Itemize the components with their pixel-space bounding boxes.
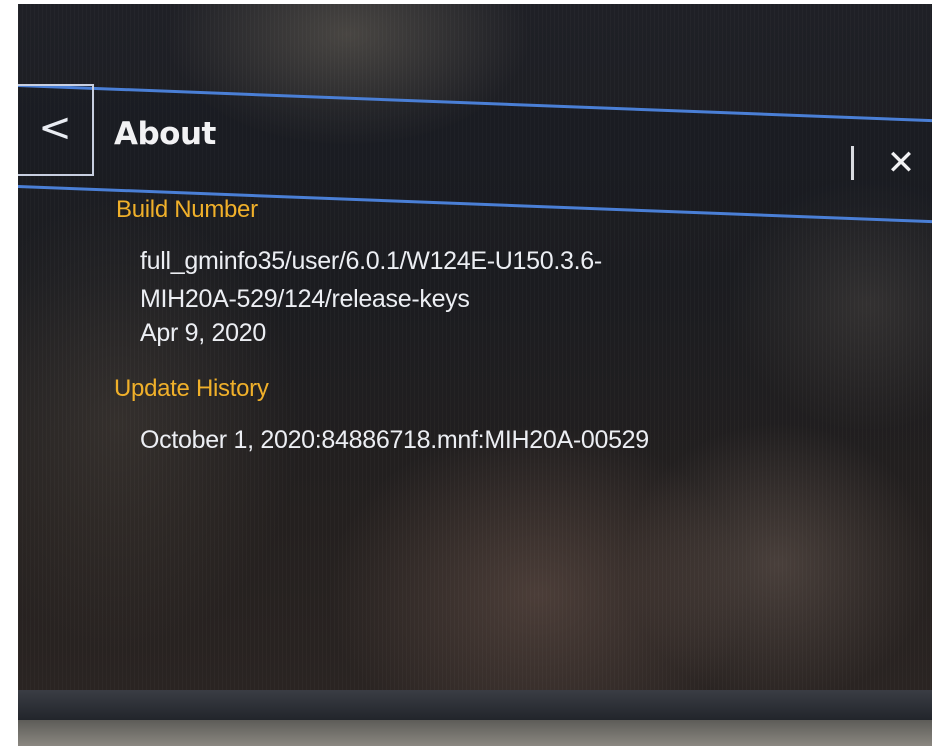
close-button[interactable]: ✕ bbox=[876, 138, 926, 188]
build-number-line-2: MIH20A-529/124/release-keys bbox=[140, 285, 470, 313]
build-date: Apr 9, 2020 bbox=[140, 319, 266, 347]
photo-frame: < About ✕ Build Number full_gminfo35/use… bbox=[0, 0, 932, 746]
infotainment-screen: < About ✕ Build Number full_gminfo35/use… bbox=[18, 4, 932, 694]
build-number-heading: Build Number bbox=[116, 196, 258, 223]
close-icon: ✕ bbox=[886, 143, 916, 183]
chevron-left-icon: < bbox=[38, 105, 72, 151]
dashboard-edge bbox=[18, 720, 932, 746]
back-button[interactable]: < bbox=[18, 84, 94, 176]
build-number-line-1: full_gminfo35/user/6.0.1/W124E-U150.3.6- bbox=[140, 247, 602, 275]
update-history-heading: Update History bbox=[114, 375, 269, 402]
screen-bezel bbox=[18, 690, 932, 720]
header-divider bbox=[851, 146, 854, 180]
update-history-entry: October 1, 2020:84886718.mnf:MIH20A-0052… bbox=[140, 426, 649, 454]
page-title: About bbox=[114, 116, 216, 152]
